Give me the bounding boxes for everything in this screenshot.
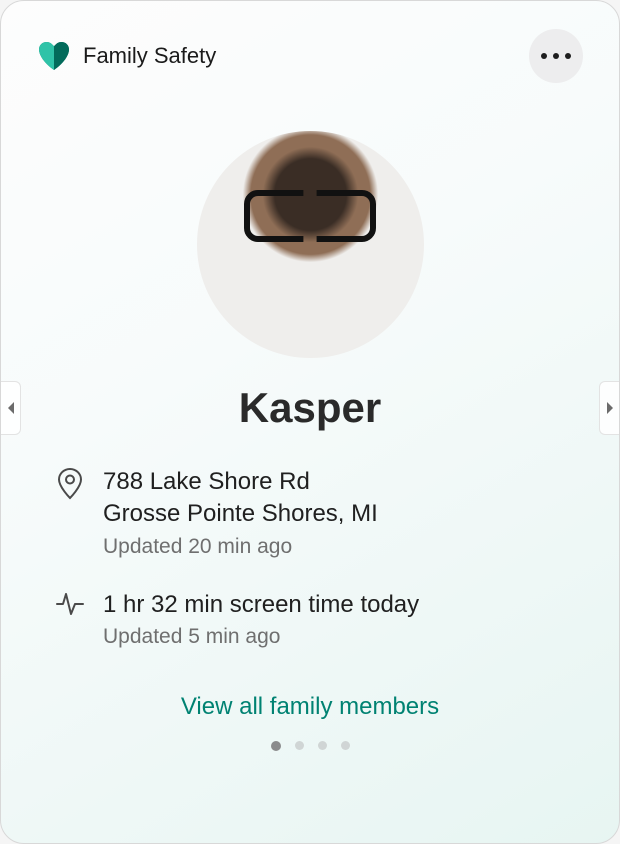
next-arrow[interactable] [599, 381, 619, 435]
activity-icon [55, 589, 85, 649]
profile-name: Kasper [37, 384, 583, 432]
more-icon [541, 53, 547, 59]
family-safety-card: Family Safety Kasper 788 Lake Shore Rd G… [0, 0, 620, 844]
header: Family Safety [37, 29, 583, 83]
location-pin-icon [55, 466, 85, 559]
pager-dot-4[interactable] [341, 741, 350, 750]
pager-dot-1[interactable] [271, 741, 281, 751]
pager-dots [37, 741, 583, 751]
avatar[interactable] [197, 131, 424, 358]
avatar-container [37, 131, 583, 358]
screen-time-body: 1 hr 32 min screen time today Updated 5 … [103, 589, 419, 649]
pager-dot-2[interactable] [295, 741, 304, 750]
brand: Family Safety [37, 41, 216, 71]
chevron-left-icon [6, 401, 16, 415]
view-all-link[interactable]: View all family members [37, 693, 583, 721]
more-icon [553, 53, 559, 59]
location-body: 788 Lake Shore Rd Grosse Pointe Shores, … [103, 466, 378, 559]
location-updated: Updated 20 min ago [103, 535, 378, 559]
screen-time-updated: Updated 5 min ago [103, 625, 419, 649]
heart-shield-icon [37, 41, 71, 71]
prev-arrow[interactable] [1, 381, 21, 435]
pager-dot-3[interactable] [318, 741, 327, 750]
brand-title: Family Safety [83, 43, 216, 69]
location-item[interactable]: 788 Lake Shore Rd Grosse Pointe Shores, … [55, 466, 565, 559]
info-list: 788 Lake Shore Rd Grosse Pointe Shores, … [37, 466, 583, 679]
screen-time-item[interactable]: 1 hr 32 min screen time today Updated 5 … [55, 589, 565, 649]
more-button[interactable] [529, 29, 583, 83]
screen-time-summary: 1 hr 32 min screen time today [103, 589, 419, 621]
more-icon [565, 53, 571, 59]
location-line1: 788 Lake Shore Rd [103, 466, 378, 498]
chevron-right-icon [605, 401, 615, 415]
location-line2: Grosse Pointe Shores, MI [103, 498, 378, 530]
